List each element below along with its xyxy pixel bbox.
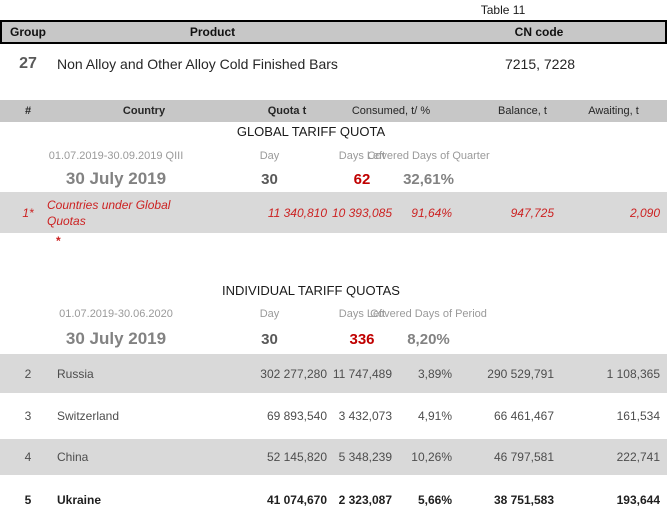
row-num: 2	[24, 366, 32, 381]
row-country-text: Countries under Global Quotas	[47, 197, 171, 228]
row-country: Countries under Global Quotas	[47, 197, 232, 229]
individual-day-value: 30	[261, 330, 278, 348]
row-pct: 10,26%	[411, 450, 452, 464]
row-balance: 46 797,581	[493, 450, 554, 464]
row-consumed: 3 432,073	[338, 409, 392, 423]
col-header-country: Country	[122, 105, 166, 117]
row-pct: 91,64%	[411, 205, 452, 220]
row-quota: 69 893,540	[266, 409, 327, 423]
row-balance: 66 461,467	[493, 409, 554, 423]
row-balance: 290 529,791	[487, 366, 554, 381]
col-header-balance: Balance, t	[498, 105, 547, 117]
col-header-consumed: Consumed, t/ %	[351, 105, 431, 117]
row-consumed: 2 323,087	[338, 492, 392, 507]
row-pct: 5,66%	[417, 492, 452, 507]
row-pct: 4,91%	[417, 409, 452, 423]
row-quota: 11 340,810	[267, 205, 327, 220]
individual-covered-label: Covered Days of Period	[370, 308, 487, 320]
row-awaiting: 193,644	[616, 492, 660, 507]
product-name: Non Alloy and Other Alloy Cold Finished …	[57, 56, 338, 72]
individual-rows: 2 Russia 302 277,280 11 747,489 3,89% 29…	[0, 354, 667, 518]
group-number: 27	[19, 55, 37, 72]
individual-covered-value: 8,20%	[407, 330, 450, 348]
global-period-label: 01.07.2019-30.09.2019 QIII	[48, 150, 184, 162]
global-day-label: Day	[259, 150, 280, 162]
row-country: Russia	[57, 366, 94, 381]
global-section-title: GLOBAL TARIFF QUOTA	[236, 124, 386, 139]
table-caption: Table 11	[480, 3, 526, 17]
global-date-value: 30 July 2019	[65, 169, 167, 188]
quota-table-header: # Country Quota t Consumed, t/ % Balance…	[0, 100, 667, 122]
table-row-ukraine: 5 Ukraine 41 074,670 2 323,087 5,66% 38 …	[0, 475, 667, 518]
individual-section-title: INDIVIDUAL TARIFF QUOTAS	[222, 283, 400, 298]
individual-info-values: 30 July 2019 30 336 8,20%	[0, 326, 667, 352]
col-header-group: Group	[10, 25, 46, 39]
row-country: Ukraine	[57, 492, 102, 507]
cn-code-value: 7215, 7228	[504, 56, 576, 72]
row-num: 3	[24, 409, 32, 423]
quota-report-page: Table 11 Group Product CN code 27 Non Al…	[0, 0, 667, 518]
product-table-header: Group Product CN code	[0, 20, 667, 44]
global-quota-row: 1* Countries under Global Quotas 11 340,…	[0, 192, 667, 233]
row-country: China	[57, 450, 89, 464]
table-row-switzerland: 3 Switzerland 69 893,540 3 432,073 4,91%…	[0, 393, 667, 439]
row-awaiting: 1 108,365	[606, 366, 660, 381]
col-header-cn-code: CN code	[514, 25, 564, 39]
col-header-product: Product	[189, 25, 236, 39]
row-balance: 38 751,583	[493, 492, 554, 507]
row-awaiting: 222,741	[616, 450, 660, 464]
col-header-awaiting: Awaiting, t	[588, 105, 639, 117]
individual-date-value: 30 July 2019	[65, 329, 167, 348]
footnote-marker: *	[56, 234, 61, 248]
row-awaiting: 2,090	[629, 205, 660, 220]
col-header-num: #	[24, 105, 32, 117]
table-row-russia: 2 Russia 302 277,280 11 747,489 3,89% 29…	[0, 354, 667, 393]
global-info-values: 30 July 2019 30 62 32,61%	[0, 166, 667, 192]
individual-day-label: Day	[259, 308, 280, 320]
row-num: 4	[24, 450, 32, 464]
row-quota: 302 277,280	[260, 366, 327, 381]
row-balance: 947,725	[510, 205, 554, 220]
col-header-quota: Quota t	[267, 105, 307, 117]
row-consumed: 11 747,489	[332, 366, 392, 381]
row-awaiting: 161,534	[616, 409, 660, 423]
global-info-labels: 01.07.2019-30.09.2019 QIII Day Days Left…	[0, 148, 667, 164]
row-consumed: 10 393,085	[331, 205, 392, 220]
global-day-value: 30	[261, 170, 278, 188]
table-row-china: 4 China 52 145,820 5 348,239 10,26% 46 7…	[0, 439, 667, 475]
global-covered-value: 32,61%	[403, 170, 454, 188]
row-country: Switzerland	[57, 409, 120, 423]
global-covered-label: Covered Days of Quarter	[367, 150, 490, 162]
product-row: 27 Non Alloy and Other Alloy Cold Finish…	[0, 44, 667, 84]
row-num: 5	[24, 492, 32, 507]
individual-period-label: 01.07.2019-30.06.2020	[59, 308, 173, 320]
row-quota: 52 145,820	[266, 450, 327, 464]
row-quota: 41 074,670	[266, 492, 327, 507]
row-pct: 3,89%	[417, 366, 452, 381]
row-consumed: 5 348,239	[338, 450, 392, 464]
individual-info-labels: 01.07.2019-30.06.2020 Day Days Left Cove…	[0, 306, 667, 322]
